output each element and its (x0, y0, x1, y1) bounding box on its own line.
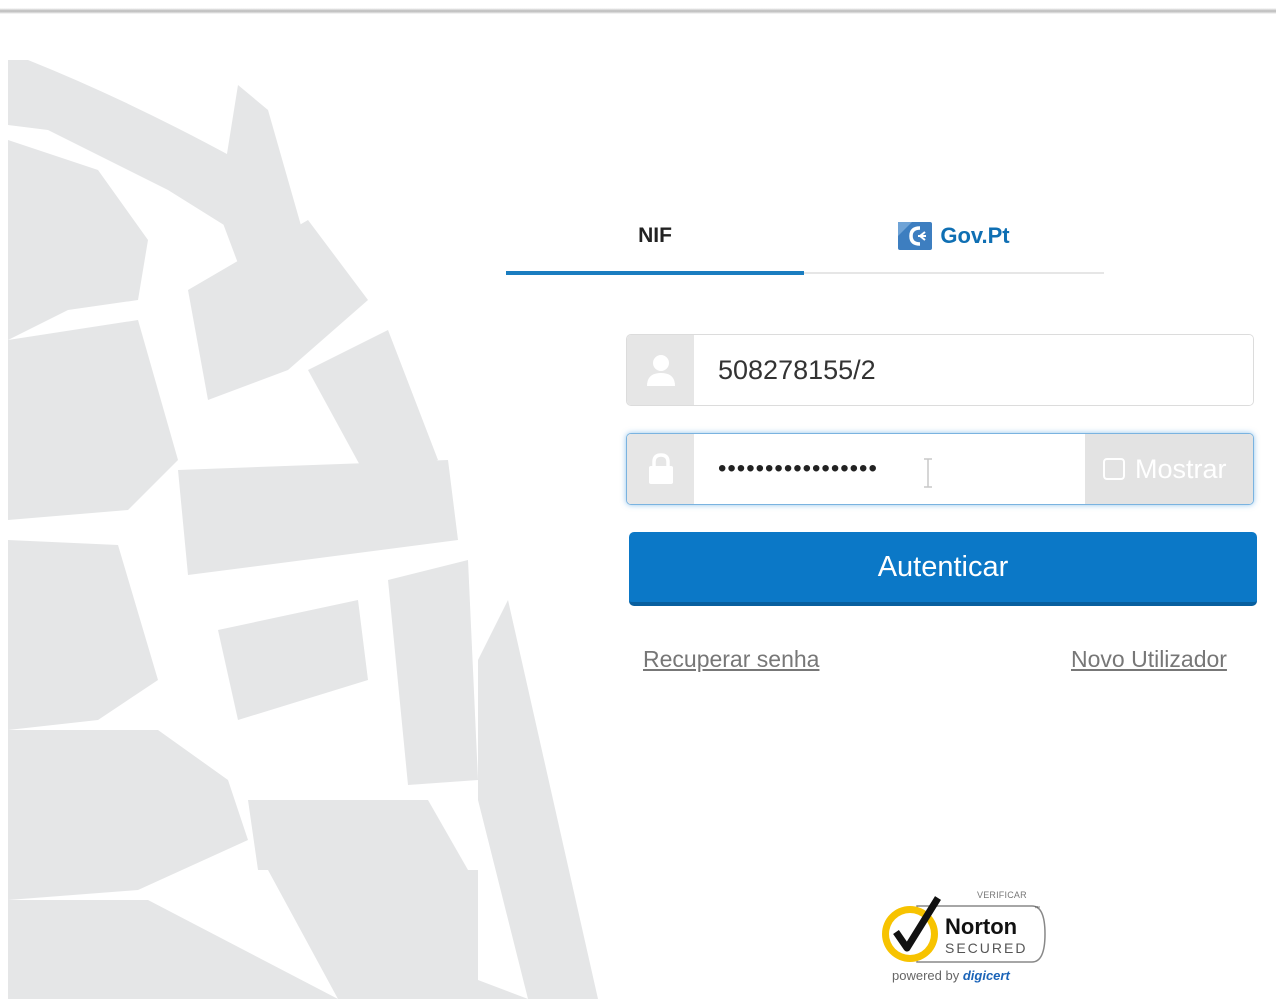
top-divider (0, 0, 1276, 14)
password-input[interactable]: ••••••••••••••••• (694, 434, 1085, 504)
new-user-link[interactable]: Novo Utilizador (1071, 646, 1227, 673)
norton-verify-label: VERIFICAR (977, 890, 1027, 900)
norton-secured-seal[interactable]: Norton SECURED ™ VERIFICAR powered by di… (872, 886, 1052, 992)
norton-powered-by: powered by digicert (892, 968, 1010, 983)
authenticate-button[interactable]: Autenticar (629, 532, 1257, 606)
nif-input-group: 508278155/2 (626, 334, 1254, 406)
lock-addon (627, 434, 694, 504)
tab-gov-pt[interactable]: Gov.Pt (804, 200, 1104, 272)
norton-secured-text: SECURED (945, 940, 1027, 956)
text-cursor-icon (924, 458, 932, 488)
digicert-logo-text: digicert (962, 968, 1010, 983)
gov-pt-icon (898, 222, 933, 250)
password-masked-value: ••••••••••••••••• (718, 455, 878, 482)
powered-by-text: powered by (892, 968, 960, 983)
show-password-checkbox[interactable] (1103, 458, 1125, 480)
nif-input[interactable]: 508278155/2 (694, 335, 1253, 405)
svg-text:™: ™ (1034, 905, 1040, 912)
password-input-group: ••••••••••••••••• Mostrar (626, 433, 1254, 505)
login-page: NIF Gov.Pt 508278155/2 •••••••••••••••••… (0, 0, 1276, 999)
user-icon (646, 355, 675, 386)
tab-gov-pt-label: Gov.Pt (940, 223, 1010, 248)
norton-brand-text: Norton (945, 914, 1017, 939)
tab-active-indicator (506, 271, 804, 275)
tab-nif[interactable]: NIF (506, 200, 804, 272)
show-password-label: Mostrar (1135, 453, 1227, 484)
recover-password-link[interactable]: Recuperar senha (643, 646, 819, 673)
background-emblem (8, 60, 598, 999)
show-password-toggle[interactable]: Mostrar (1085, 434, 1253, 504)
login-tabs: NIF Gov.Pt (506, 200, 1104, 276)
tab-nif-label: NIF (638, 224, 672, 247)
user-addon (627, 335, 694, 405)
lock-icon (648, 453, 673, 484)
